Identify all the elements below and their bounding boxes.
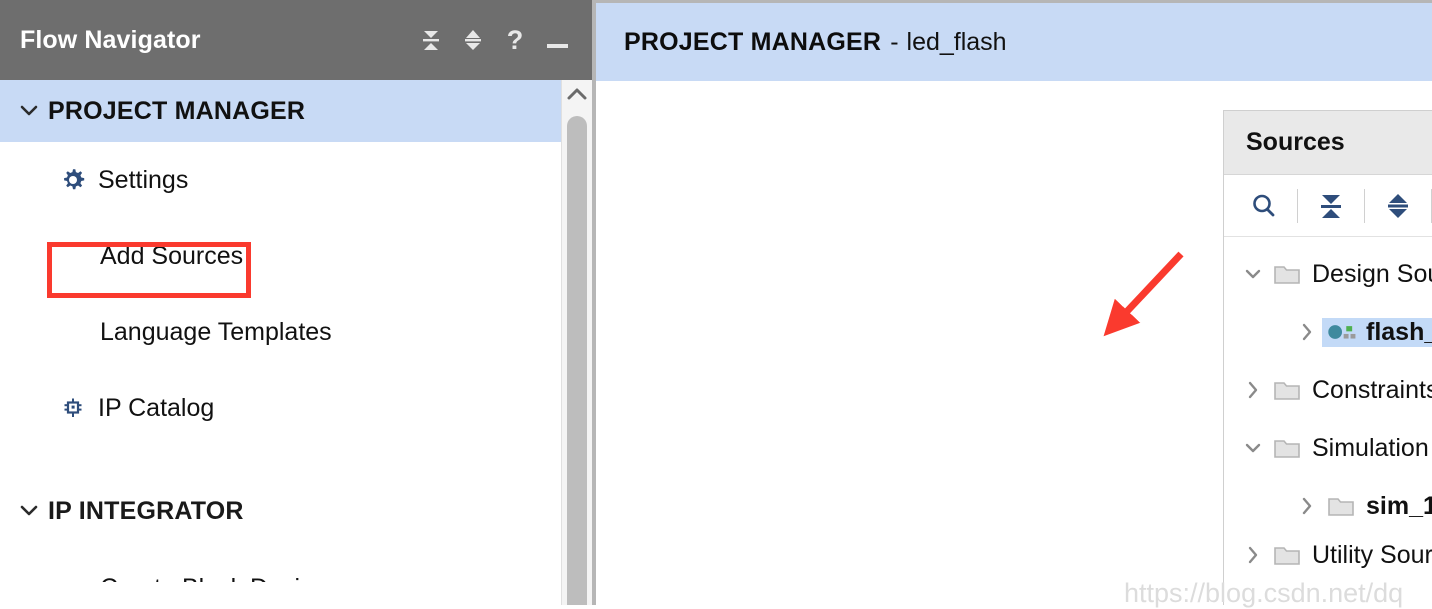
- tree-row[interactable]: Simulation Sources (1): [1224, 419, 1432, 477]
- sources-tree: Design Sources (1): [1224, 237, 1432, 605]
- sidebar-item-ip-catalog[interactable]: IP Catalog: [0, 370, 592, 446]
- flow-navigator-header: Flow Navigator ?: [0, 0, 592, 80]
- folder-icon: [1272, 377, 1306, 403]
- sidebar-item-create-block-design[interactable]: Create Block Design: [0, 542, 592, 583]
- folder-icon: [1272, 261, 1306, 287]
- flow-navigator-title: Flow Navigator: [20, 25, 201, 54]
- expand-all-icon[interactable]: [1372, 183, 1424, 229]
- chevron-down-icon[interactable]: [1238, 268, 1268, 281]
- sidebar-section-ip-integrator[interactable]: IP INTEGRATOR: [0, 480, 592, 542]
- tree-row[interactable]: Design Sources (1): [1224, 245, 1432, 303]
- gear-icon: [58, 166, 88, 194]
- chevron-right-icon[interactable]: [1292, 322, 1322, 342]
- page-title: PROJECT MANAGER: [624, 27, 882, 56]
- tree-row-label: Constraints: [1312, 375, 1432, 404]
- tree-row-label: flash_led: [1366, 317, 1432, 346]
- project-manager-pane: PROJECT MANAGER - led_flash Sources ?: [596, 0, 1432, 605]
- collapse-all-icon[interactable]: [1305, 183, 1357, 229]
- ip-catalog-icon: [58, 394, 88, 422]
- vivado-window: Flow Navigator ? PROJECT MANAGER Setting…: [0, 0, 1432, 608]
- chevron-down-icon: [16, 504, 42, 518]
- folder-icon: [1272, 542, 1306, 568]
- sidebar-item-label: Create Block Design: [100, 574, 328, 583]
- toolbar-separator: [1364, 188, 1365, 223]
- help-icon-glyph: ?: [506, 24, 524, 55]
- module-icon: [1326, 318, 1360, 346]
- scrollbar-thumb[interactable]: [567, 116, 587, 605]
- folder-icon: [1272, 435, 1306, 461]
- chevron-right-icon[interactable]: [1292, 496, 1322, 516]
- help-icon[interactable]: ?: [504, 24, 526, 55]
- sidebar-section-label: IP INTEGRATOR: [48, 496, 244, 525]
- tree-row-selection[interactable]: flash_led (flash_led.v) (1): [1322, 317, 1432, 347]
- minimize-icon-glyph: [546, 44, 568, 48]
- scroll-up-icon[interactable]: [562, 80, 592, 108]
- sidebar-section-project-manager[interactable]: PROJECT MANAGER: [0, 80, 592, 142]
- sidebar-item-label: Language Templates: [100, 317, 332, 346]
- tree-row[interactable]: Constraints: [1224, 361, 1432, 419]
- tree-row[interactable]: sim_1 (1): [1224, 477, 1432, 535]
- tree-row[interactable]: Utility Sources: [1224, 535, 1432, 575]
- search-icon[interactable]: [1238, 183, 1290, 229]
- sidebar-item-label: Settings: [98, 165, 189, 194]
- chevron-right-icon[interactable]: [1238, 380, 1268, 400]
- tree-row-label: Design Sources: [1312, 259, 1432, 288]
- banner-separator: -: [890, 27, 899, 56]
- folder-icon: [1326, 493, 1360, 519]
- chevron-down-icon[interactable]: [1238, 442, 1268, 455]
- sidebar-item-settings[interactable]: Settings: [0, 142, 592, 218]
- flow-navigator-pane: Flow Navigator ? PROJECT MANAGER Setting…: [0, 0, 596, 605]
- tree-row-label: sim_1: [1366, 491, 1432, 520]
- sources-panel: Sources ?: [1223, 110, 1432, 605]
- chevron-down-icon: [16, 104, 42, 118]
- project-manager-banner: PROJECT MANAGER - led_flash: [596, 0, 1432, 81]
- flow-navigator-header-icons: ?: [420, 24, 578, 55]
- sidebar-item-add-sources[interactable]: Add Sources: [0, 218, 592, 294]
- sources-panel-header: Sources ?: [1224, 111, 1432, 175]
- project-name: led_flash: [906, 27, 1007, 56]
- collapse-all-icon[interactable]: [420, 27, 442, 53]
- toolbar-separator: [1297, 188, 1298, 223]
- sidebar-item-label: IP Catalog: [98, 393, 215, 422]
- sidebar-item-label: Add Sources: [100, 241, 244, 270]
- flow-navigator-body: PROJECT MANAGER Settings Add Sources Lan…: [0, 80, 592, 605]
- tree-row-label: Utility Sources: [1312, 540, 1432, 569]
- flow-navigator-scrollbar[interactable]: [561, 80, 592, 605]
- sidebar-item-language-templates[interactable]: Language Templates: [0, 294, 592, 370]
- sources-panel-title: Sources: [1246, 128, 1345, 156]
- tree-row[interactable]: flash_led (flash_led.v) (1): [1224, 303, 1432, 361]
- sidebar-section-label: PROJECT MANAGER: [48, 96, 306, 125]
- sources-toolbar: ? 0: [1224, 175, 1432, 237]
- minimize-icon[interactable]: [546, 27, 568, 53]
- chevron-right-icon[interactable]: [1238, 545, 1268, 565]
- tree-row-label: Simulation Sources: [1312, 433, 1432, 462]
- expand-all-icon[interactable]: [462, 27, 484, 53]
